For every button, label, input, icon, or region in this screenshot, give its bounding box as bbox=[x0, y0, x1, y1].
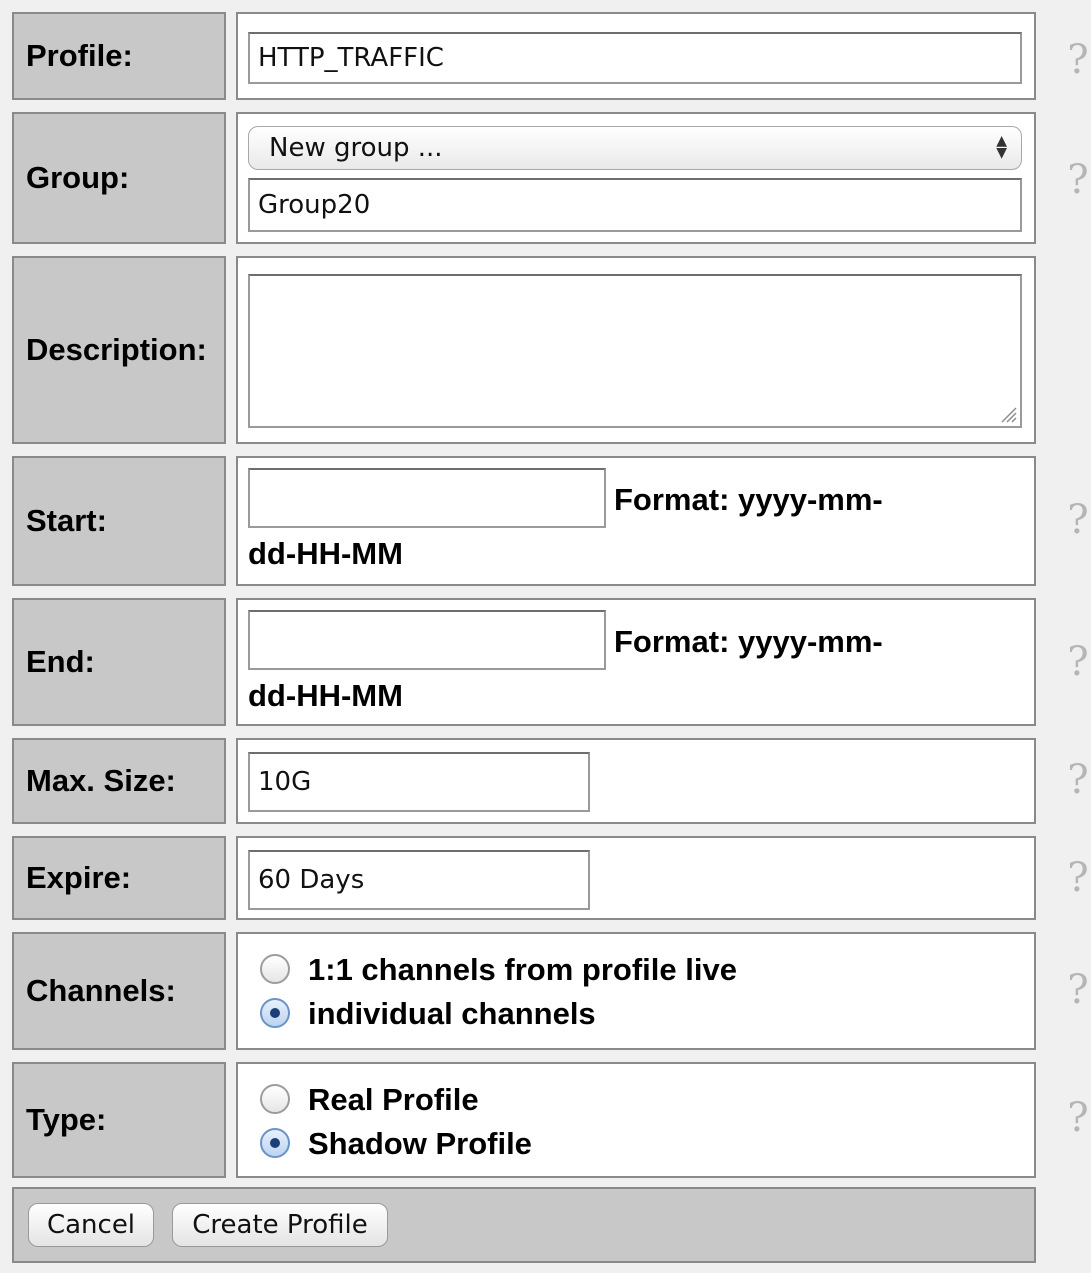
type-option-shadow-label[interactable]: Shadow Profile bbox=[308, 1126, 532, 1162]
group-label: Group: bbox=[12, 112, 226, 244]
channels-radio-live[interactable] bbox=[260, 954, 290, 984]
row-type: Type: Real Profile Shadow Profile bbox=[12, 1062, 1036, 1178]
row-channels: Channels: 1:1 channels from profile live… bbox=[12, 932, 1036, 1050]
expire-label: Expire: bbox=[12, 836, 226, 920]
resize-grip-icon[interactable] bbox=[996, 402, 1018, 424]
start-format-hint: Format: yyyy-mm- bbox=[614, 482, 883, 517]
group-help-icon[interactable]: ? bbox=[1058, 160, 1091, 200]
channels-cell: 1:1 channels from profile live individua… bbox=[236, 932, 1036, 1050]
group-cell: New group ... ▲ ▼ Group20 bbox=[236, 112, 1036, 244]
start-cell: Format: yyyy-mm- dd-HH-MM bbox=[236, 456, 1036, 586]
row-end: End: Format: yyyy-mm- dd-HH-MM bbox=[12, 598, 1036, 726]
start-help-icon[interactable]: ? bbox=[1058, 500, 1091, 540]
end-format-hint-cont: dd-HH-MM bbox=[248, 678, 403, 713]
max-size-label: Max. Size: bbox=[12, 738, 226, 824]
profile-cell: HTTP_TRAFFIC bbox=[236, 12, 1036, 100]
row-profile: Profile: HTTP_TRAFFIC bbox=[12, 12, 1036, 100]
type-radio-shadow[interactable] bbox=[260, 1128, 290, 1158]
type-radio-real[interactable] bbox=[260, 1084, 290, 1114]
profile-label: Profile: bbox=[12, 12, 226, 100]
create-profile-button[interactable]: Create Profile bbox=[172, 1203, 388, 1247]
type-option-real-label[interactable]: Real Profile bbox=[308, 1082, 479, 1118]
start-label: Start: bbox=[12, 456, 226, 586]
end-label: End: bbox=[12, 598, 226, 726]
type-label: Type: bbox=[12, 1062, 226, 1178]
type-help-icon[interactable]: ? bbox=[1058, 1098, 1091, 1138]
cancel-button[interactable]: Cancel bbox=[28, 1203, 154, 1247]
description-cell bbox=[236, 256, 1036, 444]
channels-label: Channels: bbox=[12, 932, 226, 1050]
start-format-hint-cont: dd-HH-MM bbox=[248, 536, 403, 571]
end-input[interactable] bbox=[248, 610, 606, 670]
form-footer: Cancel Create Profile bbox=[12, 1187, 1036, 1263]
row-max-size: Max. Size: 10G bbox=[12, 738, 1036, 824]
type-cell: Real Profile Shadow Profile bbox=[236, 1062, 1036, 1178]
profile-input[interactable]: HTTP_TRAFFIC bbox=[248, 32, 1022, 84]
max-size-cell: 10G bbox=[236, 738, 1036, 824]
select-arrows-icon: ▲ ▼ bbox=[996, 133, 1007, 161]
start-input[interactable] bbox=[248, 468, 606, 528]
description-label: Description: bbox=[12, 256, 226, 444]
group-select[interactable]: New group ... ▲ ▼ bbox=[248, 126, 1022, 170]
group-select-value: New group ... bbox=[269, 133, 443, 163]
description-textarea[interactable] bbox=[248, 274, 1022, 428]
row-description: Description: bbox=[12, 256, 1036, 444]
expire-input[interactable]: 60 Days bbox=[248, 850, 590, 910]
expire-cell: 60 Days bbox=[236, 836, 1036, 920]
profile-help-icon[interactable]: ? bbox=[1058, 40, 1091, 80]
channels-option-live-label[interactable]: 1:1 channels from profile live bbox=[308, 952, 737, 988]
end-help-icon[interactable]: ? bbox=[1058, 642, 1091, 682]
end-format-hint: Format: yyyy-mm- bbox=[614, 624, 883, 659]
channels-help-icon[interactable]: ? bbox=[1058, 970, 1091, 1010]
row-group: Group: New group ... ▲ ▼ Group20 bbox=[12, 112, 1036, 244]
end-cell: Format: yyyy-mm- dd-HH-MM bbox=[236, 598, 1036, 726]
channels-option-individual-label[interactable]: individual channels bbox=[308, 996, 596, 1032]
row-start: Start: Format: yyyy-mm- dd-HH-MM bbox=[12, 456, 1036, 586]
channels-radio-individual[interactable] bbox=[260, 998, 290, 1028]
max-size-input[interactable]: 10G bbox=[248, 752, 590, 812]
max-size-help-icon[interactable]: ? bbox=[1058, 760, 1091, 800]
group-name-input[interactable]: Group20 bbox=[248, 178, 1022, 232]
expire-help-icon[interactable]: ? bbox=[1058, 858, 1091, 898]
row-expire: Expire: 60 Days bbox=[12, 836, 1036, 920]
